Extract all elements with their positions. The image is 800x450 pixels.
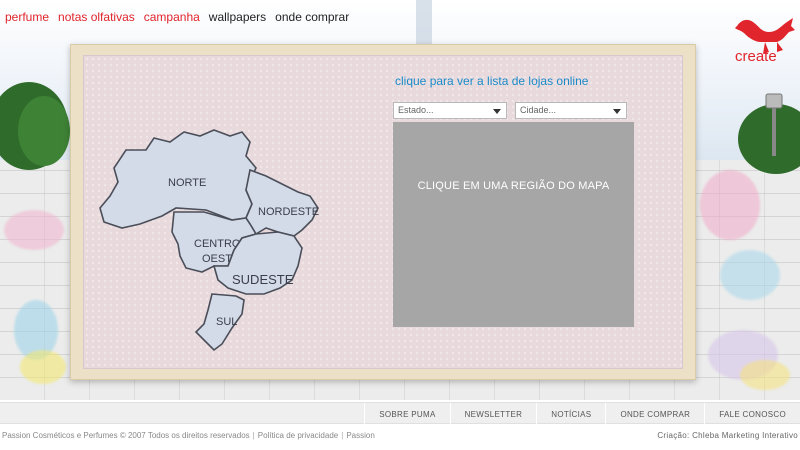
store-results-panel: CLIQUE EM UMA REGIÃO DO MAPA: [393, 122, 634, 327]
region-label-sul: SUL: [216, 316, 237, 328]
cidade-select[interactable]: Cidade...: [515, 102, 627, 119]
top-navigation: perfume notas olfativas campanha wallpap…: [5, 10, 349, 24]
nav-link-notas-olfativas[interactable]: notas olfativas: [58, 10, 135, 24]
tree-left-2: [18, 96, 70, 166]
paint-splash: [740, 360, 790, 390]
footer-link-fale-conosco[interactable]: FALE CONOSCO: [704, 403, 800, 425]
chevron-down-icon: [493, 109, 501, 114]
nav-link-onde-comprar[interactable]: onde comprar: [275, 10, 349, 24]
tower-silhouette: [416, 0, 432, 46]
region-label-centro: CENTRO: [194, 238, 241, 250]
online-stores-link[interactable]: clique para ver a lista de lojas online: [395, 74, 588, 88]
nav-link-perfume[interactable]: perfume: [5, 10, 49, 24]
map-region-nordeste[interactable]: NORDESTE: [245, 168, 319, 237]
agency-credit[interactable]: Criação: Chleba Marketing Interativo: [657, 431, 798, 440]
footer-link-newsletter[interactable]: NEWSLETTER: [449, 403, 537, 425]
footer-link-sobre-puma[interactable]: SOBRE PUMA: [364, 403, 449, 425]
nav-link-wallpapers[interactable]: wallpapers: [209, 10, 266, 24]
footer-links: SOBRE PUMA NEWSLETTER NOTÍCIAS ONDE COMP…: [364, 403, 800, 425]
paint-splash: [720, 250, 780, 300]
paint-splash: [700, 170, 760, 240]
estado-select-value: Estado...: [398, 105, 434, 115]
paint-splash: [20, 350, 66, 384]
region-label-sudeste: SUDESTE: [232, 272, 294, 287]
brazil-region-map: NORTE NORDESTE CENTRO OESTE SUDESTE SUL: [99, 129, 319, 352]
footer-bar: SOBRE PUMA NEWSLETTER NOTÍCIAS ONDE COMP…: [0, 402, 800, 425]
results-placeholder-message: CLIQUE EM UMA REGIÃO DO MAPA: [417, 180, 610, 192]
footer-link-onde-comprar[interactable]: ONDE COMPRAR: [605, 403, 704, 425]
cidade-select-value: Cidade...: [520, 105, 557, 115]
map-region-sul[interactable]: SUL: [194, 293, 245, 352]
chevron-down-icon: [613, 109, 621, 114]
region-label-nordeste: NORDESTE: [258, 206, 319, 218]
privacy-policy-link[interactable]: Política de privacidade: [258, 431, 339, 440]
copyright-line: Passion Cosméticos e Perfumes © 2007 Tod…: [2, 431, 375, 440]
passion-link[interactable]: Passion: [346, 431, 374, 440]
footer-link-noticias[interactable]: NOTÍCIAS: [536, 403, 605, 425]
paint-splash: [4, 210, 64, 250]
street-lamp-icon: [765, 93, 783, 156]
brand-logo-text[interactable]: create: [735, 48, 777, 65]
estado-select[interactable]: Estado...: [393, 102, 507, 119]
region-label-norte: NORTE: [168, 177, 206, 189]
copyright-text: Passion Cosméticos e Perfumes © 2007 Tod…: [2, 431, 250, 440]
nav-link-campanha[interactable]: campanha: [144, 10, 200, 24]
